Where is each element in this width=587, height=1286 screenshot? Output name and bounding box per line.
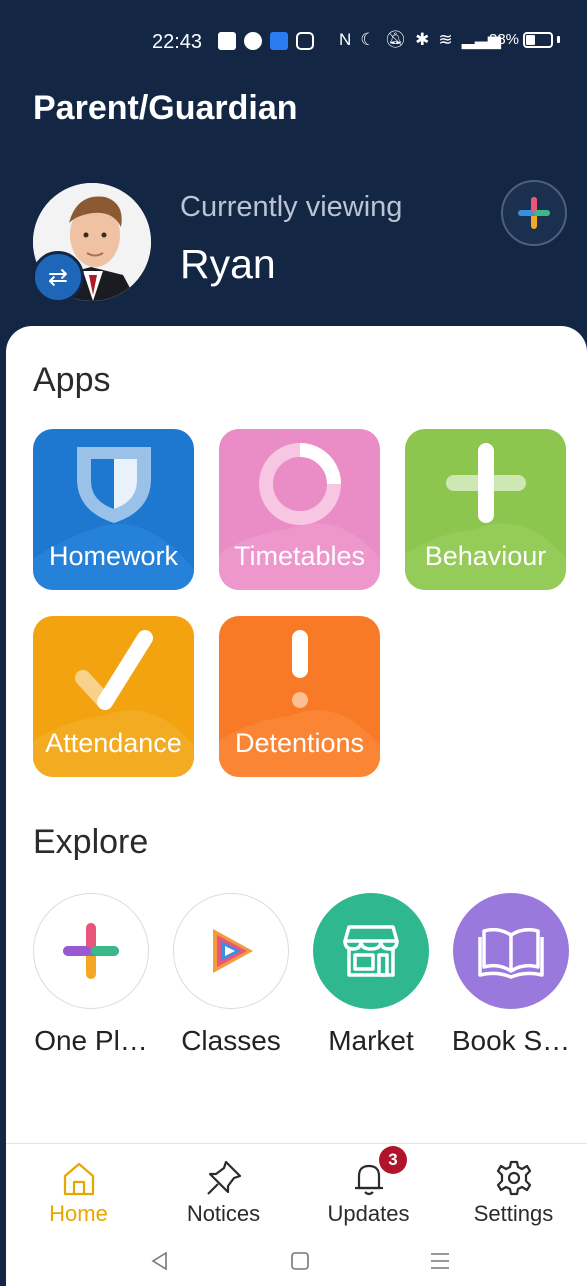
explore-label: Book S… xyxy=(451,1025,571,1056)
currently-viewing-label: Currently viewing xyxy=(180,191,403,223)
phone-screen: 22:43 N ☾ 🔕︎ ✱ ≋ ▂▃▅ 38% Parent/Guardian xyxy=(6,0,587,1286)
ring-app-icon xyxy=(218,32,236,50)
plus-icon xyxy=(518,197,550,229)
app-behaviour[interactable]: Behaviour xyxy=(405,429,566,590)
nav-label: Home xyxy=(49,1201,108,1226)
battery-text: 38% xyxy=(489,31,520,48)
app-attendance[interactable]: Attendance xyxy=(33,616,194,777)
app-detentions[interactable]: Detentions xyxy=(219,616,380,777)
nav-settings[interactable]: Settings xyxy=(441,1144,586,1236)
nav-label: Notices xyxy=(186,1201,261,1226)
nav-updates[interactable]: 3 Updates xyxy=(296,1144,441,1236)
wifi-icon: ≋ xyxy=(438,30,453,49)
notification-icons xyxy=(218,32,314,50)
explore-label: Market xyxy=(328,1025,414,1056)
swap-arrows-icon: ⇄ xyxy=(47,263,69,291)
nav-label: Settings xyxy=(473,1201,554,1226)
system-status-icons: N ☾ 🔕︎ ✱ ≋ ▂▃▅ xyxy=(339,30,501,50)
system-navigation xyxy=(6,1235,587,1286)
child-name: Ryan xyxy=(180,241,276,287)
main-content: Apps Homework Timetables Behaviour Atten… xyxy=(6,326,587,1286)
android-app-icon xyxy=(270,32,288,50)
book-open-icon xyxy=(453,893,569,1009)
explore-market[interactable]: Market xyxy=(313,893,429,1056)
bluetooth-icon: ✱ xyxy=(415,30,430,49)
mute-icon: 🔕︎ xyxy=(384,30,407,49)
one-place-plus-icon xyxy=(33,893,149,1009)
bottom-navigation: Home Notices 3 Updates Settings xyxy=(6,1143,587,1235)
add-child-button[interactable] xyxy=(501,180,567,246)
explore-heading: Explore xyxy=(33,823,149,861)
home-icon xyxy=(63,1162,94,1196)
page-title: Parent/Guardian xyxy=(33,89,298,127)
market-store-icon xyxy=(313,893,429,1009)
nav-home[interactable]: Home xyxy=(6,1144,151,1236)
classes-play-icon xyxy=(173,893,289,1009)
back-icon[interactable] xyxy=(148,1249,172,1273)
app-label: Attendance xyxy=(45,728,182,758)
app-label: Timetables xyxy=(233,541,366,571)
gear-icon xyxy=(496,1160,531,1196)
nfc-icon: N xyxy=(339,30,352,49)
menu-icon[interactable] xyxy=(428,1249,452,1273)
explore-one-place[interactable]: One Pl… xyxy=(33,893,149,1056)
pin-icon xyxy=(206,1160,241,1195)
explore-label: One Pl… xyxy=(34,1025,148,1056)
battery-icon xyxy=(523,31,554,48)
battery-indicator: 38% xyxy=(489,31,561,48)
status-time: 22:43 xyxy=(152,31,203,53)
status-bar: 22:43 N ☾ 🔕︎ ✱ ≋ ▂▃▅ 38% xyxy=(6,20,587,66)
eraser-app-icon xyxy=(244,32,262,50)
apps-heading: Apps xyxy=(33,361,111,399)
switch-child-button[interactable]: ⇄ xyxy=(32,251,84,303)
instagram-icon xyxy=(296,32,314,50)
app-label: Behaviour xyxy=(424,541,547,571)
home-square-icon[interactable] xyxy=(288,1249,312,1273)
child-avatar[interactable]: ⇄ xyxy=(32,183,151,303)
updates-badge: 3 xyxy=(379,1146,407,1174)
nav-notices[interactable]: Notices xyxy=(151,1144,296,1236)
moon-icon: ☾ xyxy=(360,30,376,49)
app-label: Detentions xyxy=(234,728,365,758)
app-label: Homework xyxy=(48,541,179,571)
nav-label: Updates xyxy=(327,1201,410,1226)
explore-classes[interactable]: Classes xyxy=(173,893,289,1056)
app-timetables[interactable]: Timetables xyxy=(219,429,380,590)
explore-book-shop[interactable]: Book S… xyxy=(452,893,570,1056)
app-homework[interactable]: Homework xyxy=(33,429,194,590)
explore-label: Classes xyxy=(181,1025,281,1056)
